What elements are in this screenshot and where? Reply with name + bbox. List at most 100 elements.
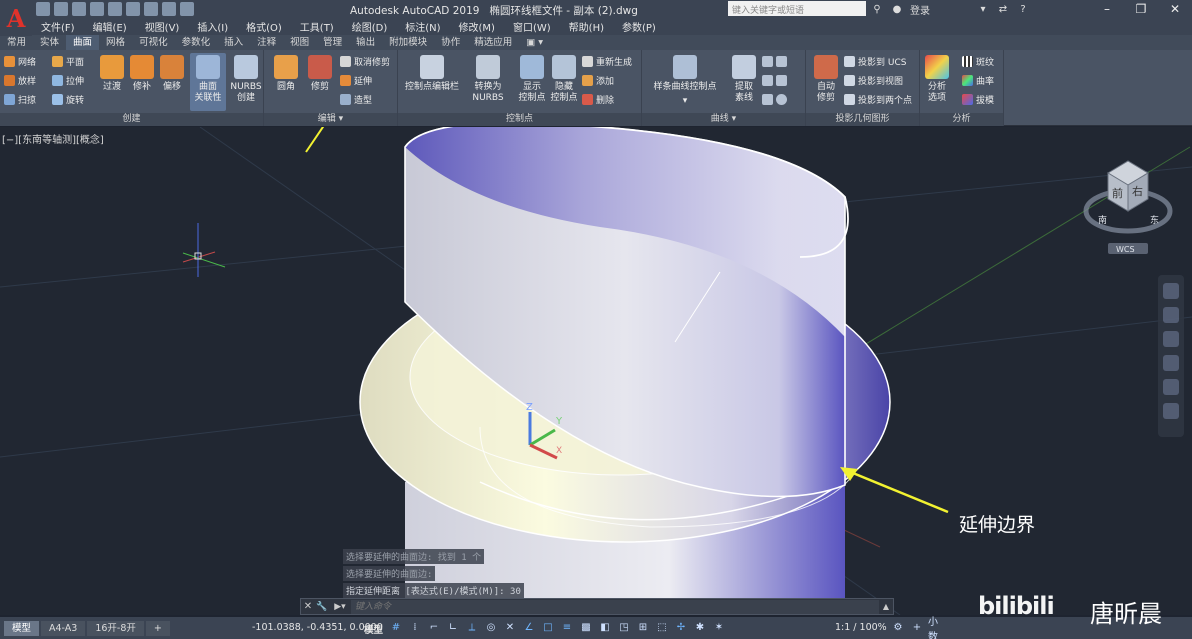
object-snap-tracking-icon[interactable]: ∠ — [521, 620, 537, 635]
showmotion-icon[interactable] — [1163, 379, 1179, 395]
history-arrow-icon[interactable]: ▲ — [879, 602, 893, 611]
dynamic-ucs-icon[interactable]: ⊞ — [635, 620, 651, 635]
pan-icon[interactable] — [1163, 307, 1179, 323]
viewport-label[interactable]: [−][东南等轴测][概念] — [2, 131, 104, 146]
layout-tab-a4[interactable]: A4-A3 — [41, 620, 86, 636]
polar-icon[interactable]: ◎ — [483, 620, 499, 635]
annotation-scale[interactable]: 1:1 / 100% — [835, 622, 887, 633]
add-cv-button[interactable]: 添加 — [582, 73, 614, 88]
tab-addins[interactable]: 附加模块 — [382, 35, 434, 50]
edit-panel-title[interactable]: 编辑 ▾ — [264, 113, 397, 126]
menu-window[interactable]: 窗口(W) — [504, 19, 560, 34]
project-to-view-button[interactable]: 投影到视图 — [844, 73, 903, 88]
menu-modify[interactable]: 修改(M) — [450, 19, 504, 34]
transparency-icon[interactable]: ▩ — [578, 620, 594, 635]
tab-output[interactable]: 输出 — [349, 35, 382, 50]
units-icon[interactable]: 小数 — [928, 617, 944, 639]
zebra-button[interactable]: 斑纹 — [962, 54, 994, 69]
auto-scale-icon[interactable]: ✶ — [711, 620, 727, 635]
hide-cv-button[interactable]: 隐藏 控制点 — [544, 53, 584, 111]
tab-solid[interactable]: 实体 — [33, 35, 66, 50]
exchange-icon[interactable]: ⇄ — [996, 3, 1010, 16]
revolve-button[interactable]: 旋转 — [52, 92, 84, 107]
planar-button[interactable]: 平面 — [52, 54, 84, 69]
new-icon[interactable] — [36, 2, 50, 16]
share-icon[interactable] — [180, 2, 194, 16]
tab-mesh[interactable]: 网格 — [99, 35, 132, 50]
menu-file[interactable]: 文件(F) — [32, 19, 84, 34]
menu-tools[interactable]: 工具(T) — [291, 19, 343, 34]
dynamic-input-icon[interactable]: ∟ — [445, 620, 461, 635]
tab-annotate[interactable]: 注释 — [250, 35, 283, 50]
nav-extents-icon[interactable] — [1163, 403, 1179, 419]
tab-manage[interactable]: 管理 — [316, 35, 349, 50]
command-input[interactable] — [351, 599, 879, 614]
cv-edit-bar-button[interactable]: 控制点编辑栏 — [402, 53, 462, 111]
binoculars-icon[interactable]: ⚲ — [870, 3, 884, 16]
tab-parametric[interactable]: 参数化 — [175, 35, 218, 50]
osnap-icon[interactable]: □ — [540, 620, 556, 635]
search-input[interactable]: 键入关键字或短语 — [728, 1, 866, 16]
ortho-icon[interactable]: ⟂ — [464, 620, 480, 635]
menu-view[interactable]: 视图(V) — [136, 19, 189, 34]
extrude-button[interactable]: 拉伸 — [52, 73, 84, 88]
tab-surface[interactable]: 曲面 — [66, 35, 100, 50]
workspace-gear-icon[interactable]: ⚙ — [890, 620, 906, 635]
3d-osnap-icon[interactable]: ◳ — [616, 620, 632, 635]
menu-draw[interactable]: 绘图(D) — [343, 19, 397, 34]
extend-button[interactable]: 延伸 — [340, 73, 372, 88]
gizmo-icon[interactable]: ✢ — [673, 620, 689, 635]
tab-home[interactable]: 常用 — [0, 35, 33, 50]
curvature-button[interactable]: 曲率 — [962, 73, 994, 88]
zoom-icon[interactable] — [1163, 331, 1179, 347]
menu-format[interactable]: 格式(O) — [237, 19, 291, 34]
tab-overflow-icon[interactable]: ▣ ▾ — [519, 35, 550, 50]
analysis-options-button[interactable]: 分析 选项 — [920, 53, 954, 111]
wrench-icon[interactable]: 🔧 — [315, 602, 329, 612]
selection-cycling-icon[interactable]: ◧ — [597, 620, 613, 635]
restore-icon[interactable]: ❐ — [1124, 0, 1158, 18]
add-layout-button[interactable]: + — [145, 620, 170, 636]
redo-icon[interactable] — [162, 2, 176, 16]
convert-to-nurbs-button[interactable]: 转换为 NURBS — [468, 53, 508, 111]
tab-visualize[interactable]: 可视化 — [132, 35, 175, 50]
draft-button[interactable]: 拔模 — [962, 92, 994, 107]
menu-parametric[interactable]: 参数(P) — [613, 19, 665, 34]
layout-tab-16k[interactable]: 16开-8开 — [87, 620, 144, 636]
menu-help[interactable]: 帮助(H) — [560, 19, 613, 34]
infer-icon[interactable]: ⌐ — [426, 620, 442, 635]
network-button[interactable]: 网络 — [4, 54, 36, 69]
spline-cv-button[interactable]: 样条曲线控制点 ▾ — [650, 53, 720, 111]
login-link[interactable]: 登录 — [910, 2, 930, 17]
close-icon[interactable]: ✕ — [1158, 0, 1192, 18]
save-as-icon[interactable] — [90, 2, 104, 16]
project-to-2pt-button[interactable]: 投影到两个点 — [844, 92, 912, 107]
command-prompt-icon[interactable]: ▶▾ — [329, 602, 351, 612]
rebuild-button[interactable]: 重新生成 — [582, 54, 632, 69]
menu-insert[interactable]: 插入(I) — [188, 19, 237, 34]
menu-edit[interactable]: 编辑(E) — [84, 19, 136, 34]
cart-icon[interactable]: ▾ — [976, 3, 990, 16]
tab-insert[interactable]: 插入 — [217, 35, 250, 50]
remove-cv-button[interactable]: 删除 — [582, 92, 614, 107]
auto-trim-button[interactable]: 自动 修剪 — [806, 53, 846, 111]
web-save-icon[interactable] — [108, 2, 122, 16]
lineweight-icon[interactable]: ≡ — [559, 620, 575, 635]
tab-featured[interactable]: 精选应用 — [467, 35, 519, 50]
sweep-button[interactable]: 扫掠 — [4, 92, 36, 107]
menu-dimension[interactable]: 标注(N) — [396, 19, 449, 34]
undo-icon[interactable] — [144, 2, 158, 16]
trim-button[interactable]: 修剪 — [300, 53, 340, 111]
tab-collaborate[interactable]: 协作 — [434, 35, 467, 50]
snap-icon[interactable]: ⁞ — [407, 620, 423, 635]
plot-icon[interactable] — [126, 2, 140, 16]
spline-cv-dropdown-icon[interactable]: ▾ — [683, 96, 688, 107]
viewcube[interactable]: 前 右 南 东 WCS — [1080, 155, 1176, 265]
drawing-viewport[interactable]: Z Y X [−][东南等轴测][概念] 延伸边界 前 右 南 东 WCS 选择… — [0, 127, 1192, 615]
autocad-logo-icon[interactable]: A — [0, 0, 32, 36]
loft-button[interactable]: 放样 — [4, 73, 36, 88]
untrim-button[interactable]: 取消修剪 — [340, 54, 390, 69]
save-icon[interactable] — [72, 2, 86, 16]
layout-tab-model[interactable]: 模型 — [4, 620, 40, 636]
user-icon[interactable]: ● — [890, 3, 904, 16]
